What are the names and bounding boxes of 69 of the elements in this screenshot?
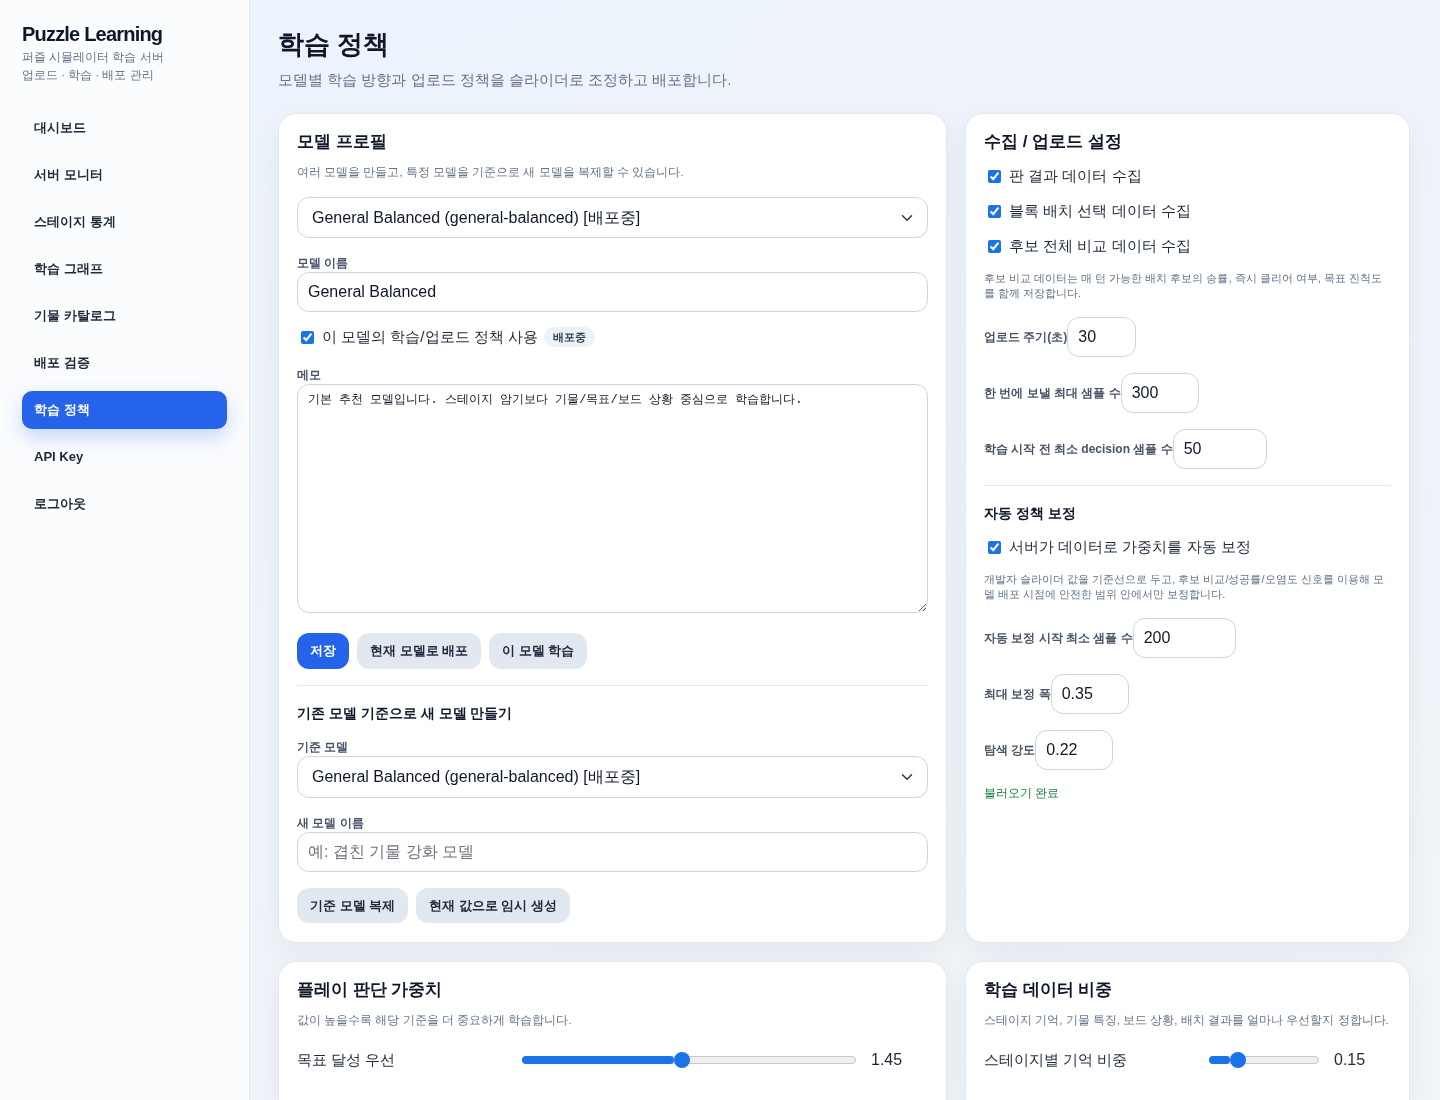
action-button[interactable]: 현재 값으로 임시 생성 bbox=[416, 888, 571, 923]
brand-subtitle: 업로드 · 학습 · 배포 관리 bbox=[22, 68, 155, 83]
number-field[interactable]: 30 bbox=[1067, 317, 1137, 357]
checkbox-label: 서버가 데이터로 가중치를 자동 보정 bbox=[1009, 537, 1251, 557]
card-description: 값이 높을수록 해당 기준을 더 중요하게 학습합니다. bbox=[297, 1013, 573, 1028]
page-title: 학습 정책 bbox=[278, 28, 391, 61]
action-button[interactable]: 현재 모델로 배포 bbox=[357, 633, 482, 669]
nav-item[interactable]: 로그아웃 bbox=[22, 485, 227, 523]
number-field[interactable]: 50 bbox=[1172, 429, 1267, 469]
card-description: 여러 모델을 만들고, 특정 모델을 기준으로 새 모델을 복제할 수 있습니다. bbox=[297, 165, 685, 180]
checkbox[interactable] bbox=[988, 204, 1001, 218]
slider-label: 스테이지별 기억 비중 bbox=[984, 1049, 1129, 1070]
status-message: 불러오기 완료 bbox=[984, 785, 1061, 801]
slider-value: 0.15 bbox=[1333, 1050, 1367, 1070]
action-button[interactable]: 기준 모델 복제 bbox=[297, 888, 409, 923]
slider-thumb[interactable] bbox=[673, 1052, 690, 1068]
nav-item[interactable]: API Key bbox=[22, 438, 227, 476]
number-field[interactable]: 0.35 bbox=[1050, 674, 1129, 714]
nav-item[interactable]: 기물 카탈로그 bbox=[22, 297, 227, 335]
field-label: 새 모델 이름 bbox=[297, 815, 365, 831]
nav-item[interactable]: 학습 정책 bbox=[22, 391, 227, 429]
field-label: 자동 보정 시작 최소 샘플 수 bbox=[984, 630, 1133, 647]
name-input[interactable]: General Balanced bbox=[297, 272, 928, 312]
status-badge: 배포중 bbox=[543, 327, 595, 347]
card-title: 학습 데이터 비중 bbox=[984, 979, 1114, 1001]
nav-item[interactable]: 스테이지 통계 bbox=[22, 203, 227, 241]
model-select[interactable]: General Balanced (general-balanced) [배포중] bbox=[297, 756, 928, 798]
memo-field[interactable]: 기본 추천 모델입니다. 스테이지 암기보다 기물/목표/보드 상황 중심으로 학습합니다. bbox=[297, 384, 928, 613]
section-title: 자동 정책 보정 bbox=[984, 504, 1077, 523]
slider-label: 목표 달성 우선 bbox=[297, 1049, 397, 1070]
checkbox[interactable] bbox=[988, 169, 1001, 183]
card-description: 스테이지 기억, 기물 특징, 보드 상황, 배치 결과를 얼마나 우선할지 정합니다. bbox=[984, 1013, 1390, 1028]
checkbox-label: 판 결과 데이터 수집 bbox=[1009, 166, 1142, 186]
checkbox-label: 블록 배치 선택 데이터 수집 bbox=[1009, 201, 1191, 221]
checkbox[interactable] bbox=[301, 330, 314, 344]
hint-text: 개발자 슬라이더 값을 기준선으로 두고, 후보 비교/성공률/오염도 신호를 이용해 모델 배포 시점에 안전한 범위 안에서만 보정합니다. bbox=[984, 572, 1385, 602]
name-input[interactable]: 예: 겹친 기물 강화 모델 bbox=[297, 832, 928, 872]
card-title: 수집 / 업로드 설정 bbox=[984, 131, 1123, 153]
nav-item[interactable]: 배포 검증 bbox=[22, 344, 227, 382]
number-field[interactable]: 200 bbox=[1132, 618, 1236, 658]
brand-title: Puzzle Learning bbox=[22, 22, 164, 47]
nav-item[interactable]: 대시보드 bbox=[22, 109, 227, 147]
nav-item[interactable]: 학습 그래프 bbox=[22, 250, 227, 288]
card-title: 플레이 판단 가중치 bbox=[297, 979, 444, 1001]
checkbox-label: 이 모델의 학습/업로드 정책 사용 bbox=[322, 327, 538, 347]
number-field[interactable]: 0.22 bbox=[1035, 730, 1114, 770]
field-label: 최대 보정 폭 bbox=[984, 686, 1051, 703]
brand-subtitle: 퍼즐 시뮬레이터 학습 서버 bbox=[22, 50, 165, 65]
field-label: 메모 bbox=[297, 367, 322, 383]
field-label: 한 번에 보낼 최대 샘플 수 bbox=[984, 385, 1121, 402]
slider-value: 1.45 bbox=[870, 1050, 904, 1070]
checkbox[interactable] bbox=[988, 540, 1001, 554]
hint-text: 후보 비교 데이터는 매 턴 가능한 배치 후보의 승률, 즉시 클리어 여부, 목표 진척도를 함께 저장합니다. bbox=[984, 271, 1383, 301]
field-label: 모델 이름 bbox=[297, 255, 350, 271]
slider-thumb[interactable] bbox=[1229, 1052, 1246, 1068]
checkbox-label: 후보 전체 비교 데이터 수집 bbox=[1009, 236, 1191, 256]
page-subtitle: 모델별 학습 방향과 업로드 정책을 슬라이더로 조정하고 배포합니다. bbox=[278, 70, 733, 90]
card-title: 모델 프로필 bbox=[297, 131, 388, 153]
action-button[interactable]: 저장 bbox=[297, 633, 349, 669]
field-label: 탐색 강도 bbox=[984, 742, 1036, 759]
nav-item[interactable]: 서버 모니터 bbox=[22, 156, 227, 194]
model-select[interactable]: General Balanced (general-balanced) [배포중] bbox=[297, 197, 928, 238]
field-label: 학습 시작 전 최소 decision 샘플 수 bbox=[984, 441, 1173, 458]
field-label: 기준 모델 bbox=[297, 739, 350, 755]
number-field[interactable]: 300 bbox=[1120, 373, 1199, 413]
action-button[interactable]: 이 모델 학습 bbox=[489, 633, 588, 669]
checkbox[interactable] bbox=[988, 239, 1001, 253]
field-label: 업로드 주기(초) bbox=[984, 329, 1068, 346]
section-title: 기존 모델 기준으로 새 모델 만들기 bbox=[297, 704, 514, 723]
